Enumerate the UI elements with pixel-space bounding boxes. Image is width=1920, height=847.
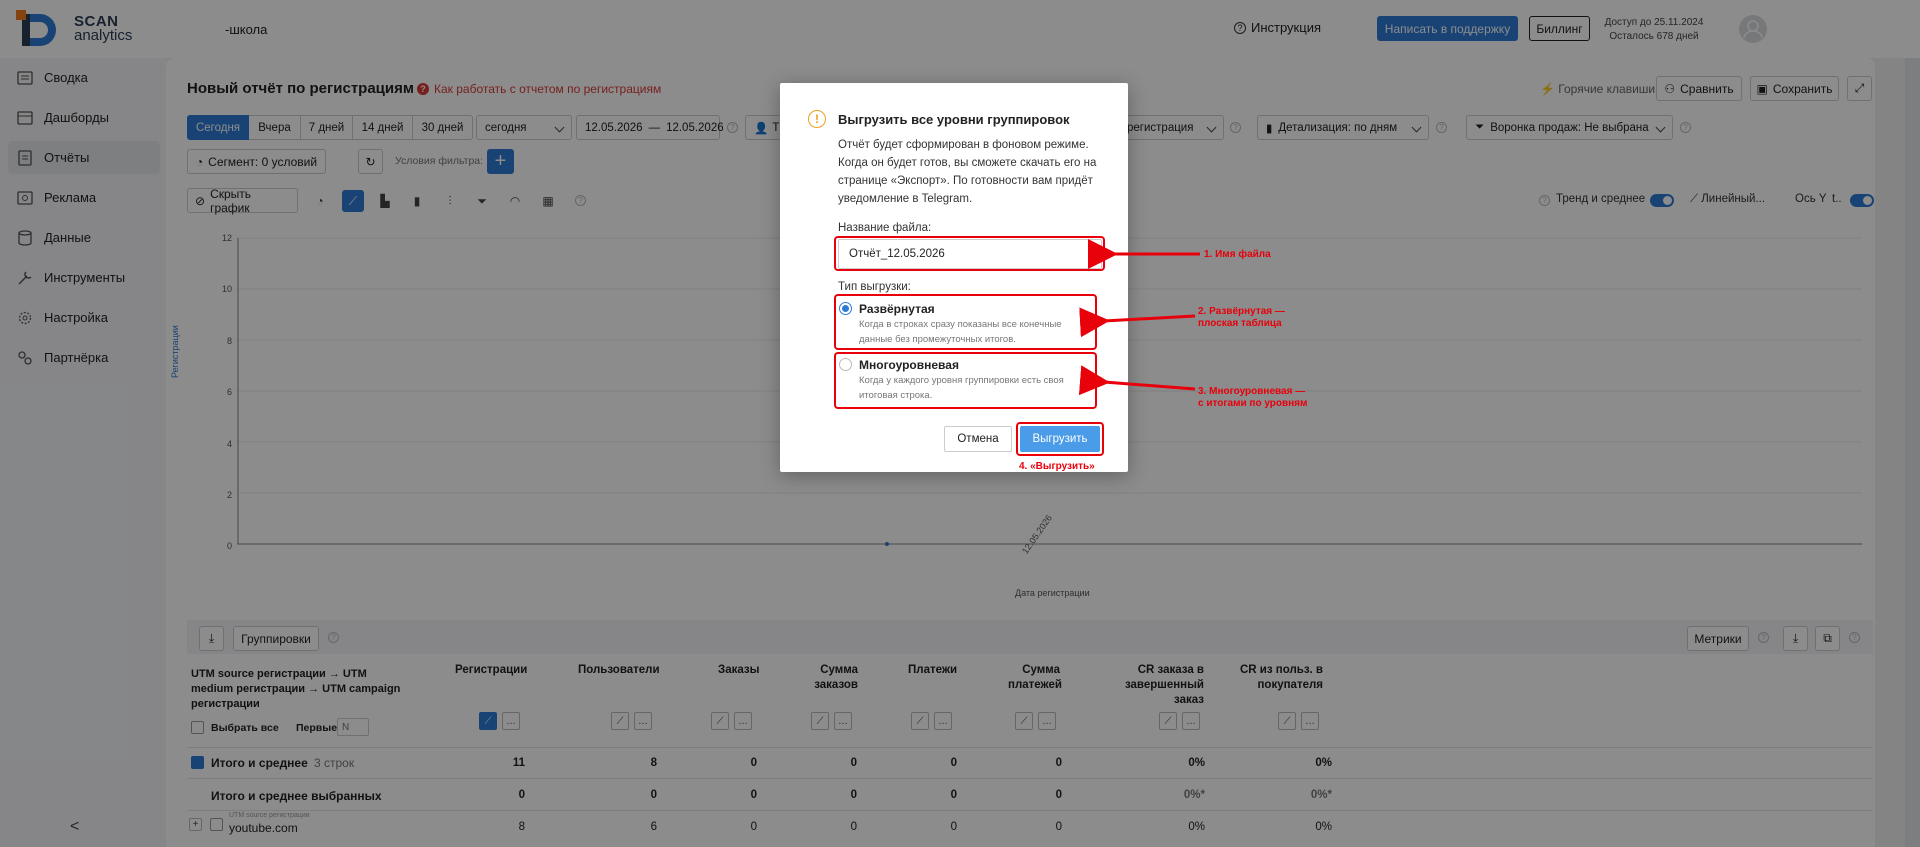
- annotation-2-line2: плоская таблица: [1198, 318, 1282, 329]
- annotation-3-line1: 3. Многоуровневая —: [1198, 386, 1306, 397]
- arrow-3: [1078, 365, 1196, 396]
- annotation-arrows: [1078, 239, 1200, 396]
- arrow-2: [1079, 307, 1196, 338]
- annotation-2-line1: 2. Развёрнутая —: [1198, 306, 1285, 317]
- annotation-3-line2: с итогами по уровням: [1198, 398, 1308, 409]
- annotation-1: 1. Имя файла: [1204, 249, 1271, 260]
- annotation-4: 4. «Выгрузить»: [1019, 461, 1095, 472]
